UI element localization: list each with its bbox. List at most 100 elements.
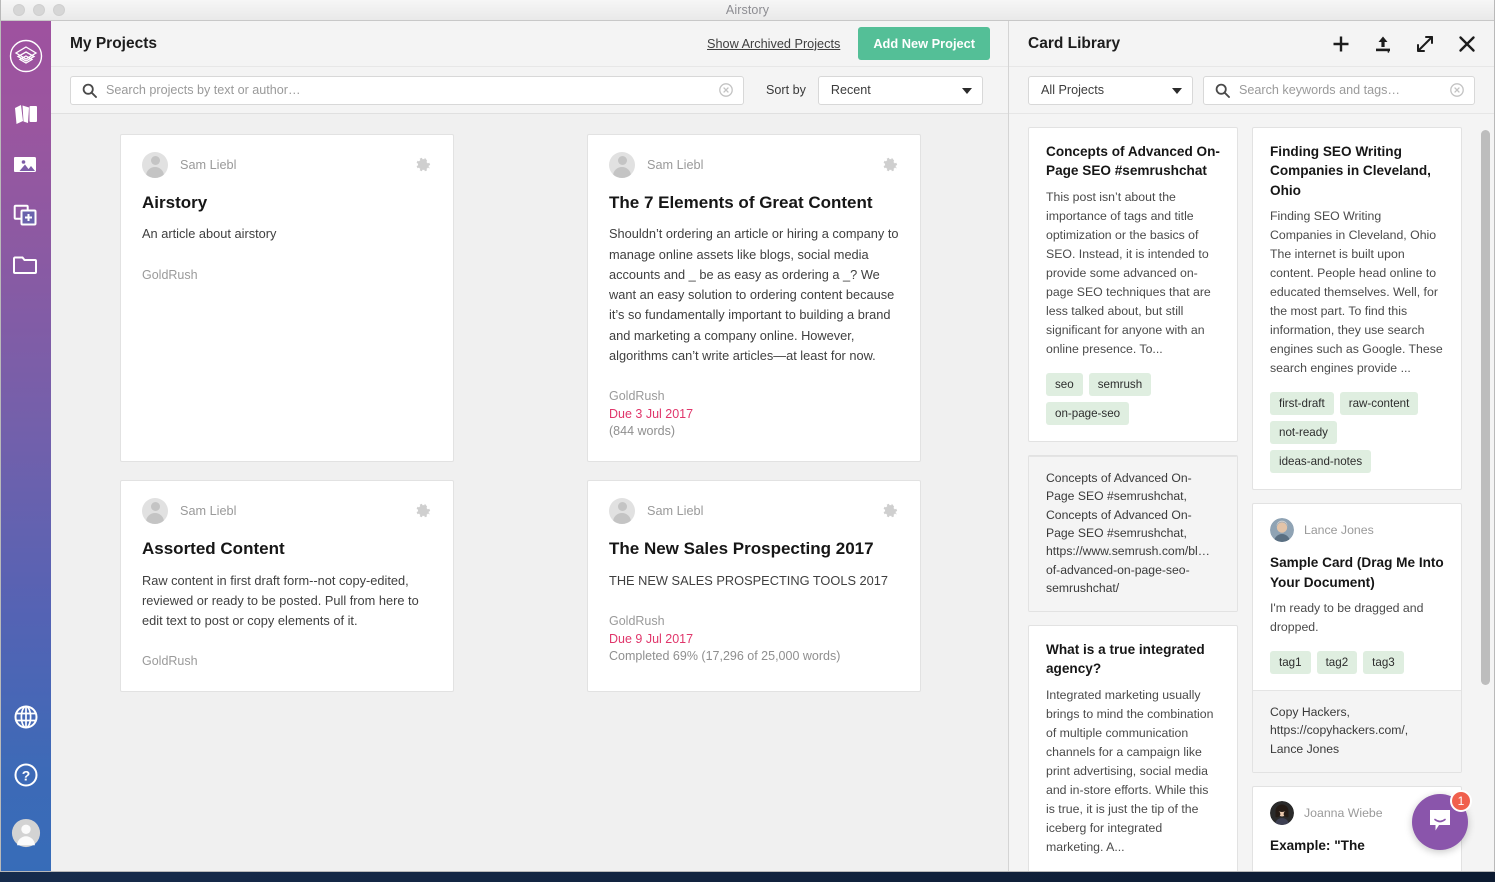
project-card-author: Sam Liebl [647, 158, 703, 172]
help-icon[interactable]: ? [11, 760, 41, 790]
tag[interactable]: on-page-seo [1046, 402, 1129, 425]
avatar [142, 498, 168, 524]
clear-search-icon[interactable] [719, 83, 733, 97]
avatar [609, 152, 635, 178]
tag[interactable]: tag1 [1270, 651, 1311, 674]
library-card-title: Sample Card (Drag Me Into Your Document) [1270, 553, 1444, 592]
project-search-input[interactable] [106, 83, 713, 97]
library-card-body: Finding SEO Writing Companies in Clevela… [1253, 128, 1461, 489]
library-card-body: Concepts of Advanced On-Page SEO #semrus… [1029, 128, 1237, 441]
project-card-title: Airstory [142, 192, 432, 214]
library-card[interactable]: Finding SEO Writing Companies in Clevela… [1252, 127, 1462, 490]
globe-icon[interactable] [11, 702, 41, 732]
library-card-body: What is a true integrated agency? Integra… [1029, 626, 1237, 872]
tag[interactable]: raw-content [1340, 392, 1419, 415]
project-card[interactable]: Sam LieblAssorted ContentRaw content in … [120, 480, 454, 692]
projects-scroll-area[interactable]: Sam LieblAirstoryAn article about airsto… [51, 114, 1008, 872]
sort-select[interactable]: Recent [818, 76, 983, 105]
keyword-search-input[interactable] [1239, 83, 1444, 97]
library-card-excerpt: Integrated marketing usually brings to m… [1046, 686, 1220, 857]
library-card-tags: tag1 tag2tag3 [1270, 651, 1444, 674]
library-card[interactable]: Lance JonesSample Card (Drag Me Into You… [1252, 503, 1462, 773]
add-new-project-button[interactable]: Add New Project [858, 27, 990, 60]
library-card[interactable]: Concepts of Advanced On-Page SEO #semrus… [1028, 127, 1238, 442]
card-library-scroll-area[interactable]: Concepts of Advanced On-Page SEO #semrus… [1009, 114, 1494, 872]
library-card-body: Lance JonesSample Card (Drag Me Into You… [1253, 504, 1461, 690]
app-window: Airstory [0, 0, 1495, 872]
tag[interactable]: tag3 [1363, 651, 1404, 674]
intercom-launcher-button[interactable]: 1 [1412, 794, 1468, 850]
project-card-meta: GoldRush [142, 653, 432, 671]
chevron-down-icon [962, 88, 972, 94]
gear-icon[interactable] [414, 156, 432, 174]
project-card-words: (844 words) [609, 423, 899, 441]
project-card-due: Due 3 Jul 2017 [609, 406, 899, 424]
show-archived-projects-link[interactable]: Show Archived Projects [707, 37, 840, 51]
project-card-header: Sam Liebl [142, 152, 432, 178]
project-card-description: Shouldn’t ordering an article or hiring … [609, 224, 899, 366]
folder-icon[interactable] [11, 250, 41, 280]
account-avatar[interactable] [11, 818, 41, 848]
gear-icon[interactable] [881, 156, 899, 174]
search-icon [82, 83, 97, 98]
svg-text:?: ? [22, 768, 31, 784]
project-card-title: The New Sales Prospecting 2017 [609, 538, 899, 560]
sort-by-label: Sort by [766, 83, 806, 97]
library-card-title: What is a true integrated agency? [1046, 640, 1220, 679]
library-card-tags: first-draft raw-contentnot-ready ideas-and… [1270, 392, 1444, 473]
avatar [1270, 801, 1294, 825]
tag[interactable]: tag2 [1317, 651, 1358, 674]
project-card-due: Due 9 Jul 2017 [609, 631, 899, 649]
page-title: My Projects [70, 35, 157, 53]
tag[interactable]: semrush [1089, 373, 1151, 396]
avatar [1270, 518, 1294, 542]
gear-icon[interactable] [881, 502, 899, 520]
library-card-tags: seo semrush on-page-seo [1046, 373, 1220, 425]
card-library-column: Concepts of Advanced On-Page SEO #semrus… [1028, 127, 1238, 872]
project-card-author: Sam Liebl [180, 158, 236, 172]
cards-icon[interactable] [11, 100, 41, 130]
project-card-project: GoldRush [142, 267, 432, 285]
clear-search-icon[interactable] [1450, 83, 1464, 97]
avatar [142, 152, 168, 178]
library-card-author: Joanna Wiebe [1304, 806, 1383, 820]
add-card-icon[interactable] [11, 200, 41, 230]
project-card[interactable]: Sam LieblAirstoryAn article about airsto… [120, 134, 454, 462]
project-card-project: GoldRush [609, 388, 899, 406]
upload-icon[interactable] [1373, 34, 1393, 54]
keyword-search-box[interactable] [1203, 76, 1475, 105]
expand-icon[interactable] [1415, 34, 1435, 54]
tag[interactable]: seo [1046, 373, 1083, 396]
project-card[interactable]: Sam LieblThe New Sales Prospecting 2017T… [587, 480, 921, 692]
projects-toolbar: Sort by Recent [51, 67, 1008, 114]
library-card-excerpt: I'm ready to be dragged and dropped. [1270, 599, 1444, 637]
project-search-box[interactable] [70, 76, 744, 105]
card-library-toolbar: All Projects [1009, 67, 1494, 114]
card-library-column: Finding SEO Writing Companies in Clevela… [1252, 127, 1462, 872]
card-library-pane: Card Library [1009, 21, 1494, 872]
airstory-logo-icon[interactable] [9, 39, 43, 78]
tag[interactable]: ideas-and-notes [1270, 450, 1371, 473]
library-card[interactable]: What is a true integrated agency? Integra… [1028, 625, 1238, 872]
library-scrollbar[interactable] [1481, 130, 1490, 685]
project-card-author: Sam Liebl [647, 504, 703, 518]
tag[interactable]: not-ready [1270, 421, 1337, 444]
close-icon[interactable] [1457, 34, 1477, 54]
gear-icon[interactable] [414, 502, 432, 520]
project-card-header: Sam Liebl [609, 152, 899, 178]
intercom-chat-icon [1426, 806, 1454, 839]
left-nav-rail: ? [1, 21, 51, 872]
project-filter-select[interactable]: All Projects [1028, 76, 1193, 105]
card-library-title: Card Library [1028, 35, 1120, 53]
window-title: Airstory [1, 3, 1494, 17]
project-card[interactable]: Sam LieblThe 7 Elements of Great Content… [587, 134, 921, 462]
library-card-title: Finding SEO Writing Companies in Clevela… [1270, 142, 1444, 200]
library-card[interactable]: Concepts of Advanced On-Page SEO #semrus… [1028, 455, 1238, 612]
avatar [609, 498, 635, 524]
tag[interactable]: first-draft [1270, 392, 1334, 415]
chevron-down-icon [1172, 88, 1182, 94]
project-card-description: Raw content in first draft form--not cop… [142, 571, 432, 632]
card-library-columns: Concepts of Advanced On-Page SEO #semrus… [1028, 127, 1477, 872]
images-icon[interactable] [11, 150, 41, 180]
plus-icon[interactable] [1331, 34, 1351, 54]
